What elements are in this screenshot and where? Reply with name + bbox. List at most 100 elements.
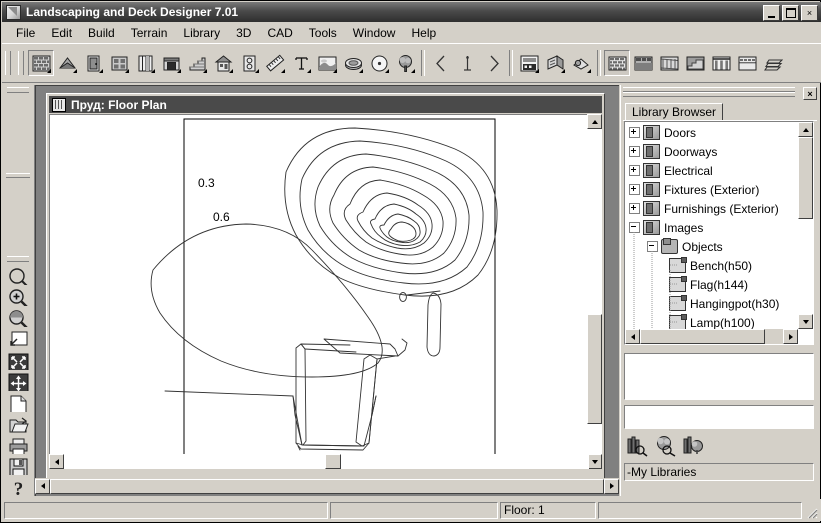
vertical-scroll-thumb[interactable] — [587, 314, 602, 424]
camera-icon[interactable] — [568, 50, 594, 76]
text-tool-icon[interactable] — [288, 50, 314, 76]
door-icon[interactable] — [80, 50, 106, 76]
expand-plus-icon[interactable] — [629, 165, 640, 176]
tree-horizontal-scroll-thumb[interactable] — [640, 329, 765, 344]
horizontal-scroll-thumb[interactable] — [325, 454, 341, 469]
left-toolbar-grip[interactable] — [7, 87, 29, 93]
scroll-up-button[interactable] — [587, 114, 602, 129]
zoom-window-icon[interactable] — [5, 264, 32, 284]
menu-item-window[interactable]: Window — [345, 24, 404, 42]
elevation-view-icon[interactable] — [516, 50, 542, 76]
house-icon[interactable] — [210, 50, 236, 76]
left-toolbar-grip-2[interactable] — [7, 256, 29, 262]
tree-item-objects[interactable]: Objects — [625, 237, 798, 256]
pan-icon[interactable] — [5, 370, 32, 390]
menu-item-build[interactable]: Build — [80, 24, 123, 42]
document-horizontal-scrollbar[interactable] — [49, 454, 589, 469]
library-tree-vertical-scrollbar[interactable] — [798, 122, 813, 329]
zoom-out-icon[interactable] — [5, 306, 32, 326]
railing-icon[interactable] — [656, 50, 682, 76]
resize-grip[interactable] — [805, 506, 819, 520]
previous-arrow-icon[interactable] — [428, 50, 454, 76]
tree-item-lamp[interactable]: Lamp(h100) — [625, 313, 798, 329]
plant-search-icon[interactable] — [652, 433, 679, 459]
tree-scroll-up-button[interactable] — [798, 122, 813, 137]
columns-icon[interactable] — [708, 50, 734, 76]
tree-scroll-right-button[interactable] — [783, 329, 798, 344]
library-tree-horizontal-scrollbar[interactable] — [625, 329, 798, 344]
circle-dot-icon[interactable] — [366, 50, 392, 76]
zoom-in-icon[interactable] — [5, 285, 32, 305]
main-scroll-right-button[interactable] — [604, 479, 619, 494]
floor-level-icon[interactable] — [454, 50, 480, 76]
expand-plus-icon[interactable] — [629, 203, 640, 214]
tree-scroll-down-button[interactable] — [798, 314, 813, 329]
fill-window-icon[interactable] — [5, 327, 32, 347]
tree-item-furnishings-exterior[interactable]: Furnishings (Exterior) — [625, 199, 798, 218]
menu-item-library[interactable]: Library — [175, 24, 228, 42]
menu-item-terrain[interactable]: Terrain — [123, 24, 176, 42]
brick-pattern-icon[interactable] — [604, 50, 630, 76]
zoom-extents-icon[interactable] — [5, 349, 32, 369]
electrical-icon[interactable] — [236, 50, 262, 76]
stairs-icon[interactable] — [184, 50, 210, 76]
wall-brick-icon[interactable] — [28, 50, 54, 76]
menu-item-file[interactable]: File — [8, 24, 43, 42]
tree-item-doors[interactable]: Doors — [625, 123, 798, 142]
collapse-minus-icon[interactable] — [629, 222, 640, 233]
library-preview-pane[interactable] — [624, 353, 814, 400]
roof-icon[interactable] — [54, 50, 80, 76]
expand-plus-icon[interactable] — [629, 184, 640, 195]
fence-icon[interactable] — [734, 50, 760, 76]
perspective-icon[interactable] — [542, 50, 568, 76]
tree-item-bench[interactable]: Bench(h50) — [625, 256, 798, 275]
tree-item-doorways[interactable]: Doorways — [625, 142, 798, 161]
document-vertical-scrollbar[interactable] — [587, 114, 602, 469]
floor-plan-canvas[interactable]: 0.3 0.6 — [49, 114, 589, 469]
tab-library-browser[interactable]: Library Browser — [625, 103, 723, 120]
toolbar-grip-2[interactable] — [18, 51, 24, 75]
menu-item-help[interactable]: Help — [403, 24, 444, 42]
library-close-button[interactable]: × — [803, 87, 817, 100]
expand-plus-icon[interactable] — [629, 127, 640, 138]
tree-plant-icon[interactable] — [392, 50, 418, 76]
minimize-button[interactable] — [763, 5, 780, 21]
help-question-icon[interactable]: ? — [5, 475, 32, 495]
deck-stairs-icon[interactable] — [682, 50, 708, 76]
menu-item-cad[interactable]: CAD — [259, 24, 300, 42]
tree-scroll-left-button[interactable] — [625, 329, 640, 344]
fireplace-icon[interactable] — [158, 50, 184, 76]
library-search-field[interactable] — [624, 405, 814, 429]
tree-item-flag[interactable]: Flag(h144) — [625, 275, 798, 294]
next-arrow-icon[interactable] — [480, 50, 506, 76]
printer-icon[interactable] — [5, 433, 32, 453]
library-plant-icon[interactable] — [680, 433, 707, 459]
main-scroll-left-button[interactable] — [35, 479, 50, 494]
library-tree[interactable]: Doors Doorways Electrical Fixtures (Exte… — [624, 121, 814, 345]
main-horizontal-scrollbar[interactable] — [35, 478, 619, 494]
collapse-minus-icon[interactable] — [647, 241, 658, 252]
ruler-icon[interactable] — [262, 50, 288, 76]
library-search-icon[interactable] — [624, 433, 651, 459]
menu-item-3d[interactable]: 3D — [228, 24, 259, 42]
close-button[interactable]: × — [801, 5, 818, 21]
tree-vertical-scroll-thumb[interactable] — [798, 137, 813, 219]
terrain-hill-icon[interactable] — [314, 50, 340, 76]
toolbar-grip[interactable] — [5, 51, 11, 75]
scroll-down-button[interactable] — [587, 454, 602, 469]
water-pond-icon[interactable] — [340, 50, 366, 76]
stone-wall-icon[interactable] — [630, 50, 656, 76]
menu-item-tools[interactable]: Tools — [301, 24, 345, 42]
tree-item-hangingpot[interactable]: Hangingpot(h30) — [625, 294, 798, 313]
deck-boards-icon[interactable] — [760, 50, 786, 76]
menu-item-edit[interactable]: Edit — [43, 24, 80, 42]
main-scroll-thumb[interactable] — [50, 479, 604, 494]
tree-item-images[interactable]: Images — [625, 218, 798, 237]
tree-item-fixtures-exterior[interactable]: Fixtures (Exterior) — [625, 180, 798, 199]
open-folder-icon[interactable] — [5, 412, 32, 432]
window-icon[interactable] — [106, 50, 132, 76]
floppy-save-icon[interactable] — [5, 454, 32, 474]
scroll-left-button[interactable] — [49, 454, 64, 469]
cabinet-icon[interactable] — [132, 50, 158, 76]
tree-item-electrical[interactable]: Electrical — [625, 161, 798, 180]
